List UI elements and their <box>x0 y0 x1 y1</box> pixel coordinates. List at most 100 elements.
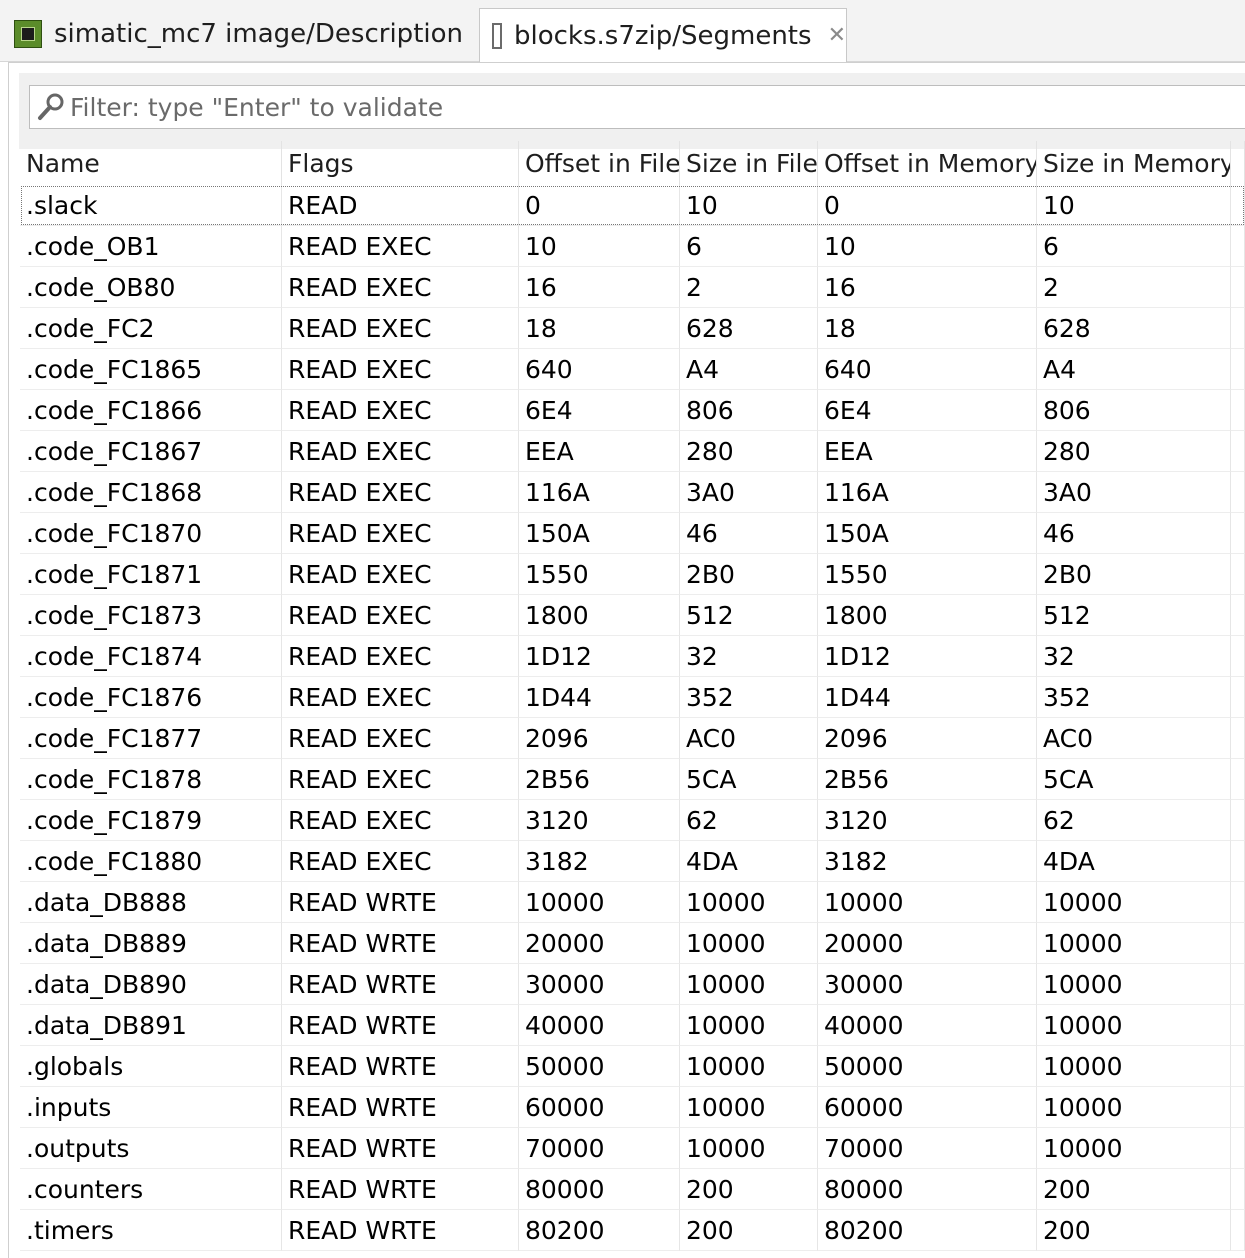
tab-segments[interactable]: blocks.s7zip/Segments ✕ <box>479 8 847 63</box>
cell-offset-in-file: 18 <box>519 308 680 349</box>
cell-size-in-memory: 5CA <box>1037 759 1231 800</box>
table-row[interactable]: .outputs READ WRTE 70000 10000 70000 10000 <box>20 1128 1245 1169</box>
cell-flags: READ WRTE <box>282 1128 519 1169</box>
cell-offset-in-memory: 3182 <box>818 841 1037 882</box>
cell-size-in-memory: 10000 <box>1037 1087 1231 1128</box>
table-row[interactable]: .code_FC1876 READ EXEC 1D44 352 1D44 352 <box>20 677 1245 718</box>
cell-size-in-memory: 4DA <box>1037 841 1231 882</box>
tab-label: simatic_mc7 image/Description <box>54 19 463 49</box>
table-row[interactable]: .data_DB890 READ WRTE 30000 10000 30000 10000 <box>20 964 1245 1005</box>
close-icon[interactable]: ✕ <box>828 25 846 47</box>
cell-offset-in-file: 0 <box>519 185 680 226</box>
cell-flags: READ WRTE <box>282 1046 519 1087</box>
cell-size-in-memory: 10000 <box>1037 1046 1231 1087</box>
cell-filler <box>1231 226 1245 267</box>
cell-size-in-file: 10 <box>680 185 818 226</box>
cell-filler <box>1231 677 1245 718</box>
table-row[interactable]: .code_FC1865 READ EXEC 640 A4 640 A4 <box>20 349 1245 390</box>
cell-offset-in-memory: 1D12 <box>818 636 1037 677</box>
cell-size-in-file: 628 <box>680 308 818 349</box>
cell-filler <box>1231 1128 1245 1169</box>
cell-size-in-file: 10000 <box>680 1046 818 1087</box>
segments-table: Name Flags Offset in File Size in File O… <box>20 141 1245 1251</box>
cell-filler <box>1231 1087 1245 1128</box>
table-row[interactable]: .code_FC1868 READ EXEC 116A 3A0 116A 3A0 <box>20 472 1245 513</box>
cell-filler <box>1231 1169 1245 1210</box>
table-row[interactable]: .inputs READ WRTE 60000 10000 60000 10000 <box>20 1087 1245 1128</box>
table-row[interactable]: .globals READ WRTE 50000 10000 50000 10000 <box>20 1046 1245 1087</box>
cell-offset-in-file: 1800 <box>519 595 680 636</box>
cell-name: .code_FC1873 <box>20 595 282 636</box>
cell-offset-in-file: 60000 <box>519 1087 680 1128</box>
table-row[interactable]: .data_DB888 READ WRTE 10000 10000 10000 10000 <box>20 882 1245 923</box>
table-row[interactable]: .data_DB889 READ WRTE 20000 10000 20000 10000 <box>20 923 1245 964</box>
cell-size-in-file: 62 <box>680 800 818 841</box>
cell-offset-in-file: 2B56 <box>519 759 680 800</box>
search-icon <box>38 93 64 120</box>
table-row[interactable]: .code_FC2 READ EXEC 18 628 18 628 <box>20 308 1245 349</box>
cell-size-in-file: 10000 <box>680 923 818 964</box>
cell-offset-in-memory: 16 <box>818 267 1037 308</box>
cell-filler <box>1231 595 1245 636</box>
cell-name: .data_DB888 <box>20 882 282 923</box>
cell-size-in-memory: 62 <box>1037 800 1231 841</box>
cell-size-in-memory: 2B0 <box>1037 554 1231 595</box>
cell-filler <box>1231 308 1245 349</box>
column-header-filler <box>1231 141 1245 185</box>
cell-flags: READ WRTE <box>282 1005 519 1046</box>
table-row[interactable]: .code_FC1879 READ EXEC 3120 62 3120 62 <box>20 800 1245 841</box>
cell-filler <box>1231 800 1245 841</box>
column-header-flags[interactable]: Flags <box>282 141 519 185</box>
column-header-size-in-memory[interactable]: Size in Memory <box>1037 141 1231 185</box>
cell-offset-in-memory: EEA <box>818 431 1037 472</box>
table-row[interactable]: .data_DB891 READ WRTE 40000 10000 40000 10000 <box>20 1005 1245 1046</box>
table-row[interactable]: .timers READ WRTE 80200 200 80200 200 <box>20 1210 1245 1251</box>
cell-offset-in-memory: 80000 <box>818 1169 1037 1210</box>
cell-name: .data_DB891 <box>20 1005 282 1046</box>
cell-offset-in-file: EEA <box>519 431 680 472</box>
cell-size-in-memory: 10000 <box>1037 964 1231 1005</box>
cell-flags: READ WRTE <box>282 1210 519 1251</box>
table-row[interactable]: .code_FC1866 READ EXEC 6E4 806 6E4 806 <box>20 390 1245 431</box>
cell-size-in-file: AC0 <box>680 718 818 759</box>
table-row[interactable]: .counters READ WRTE 80000 200 80000 200 <box>20 1169 1245 1210</box>
tab-description[interactable]: simatic_mc7 image/Description <box>0 6 479 62</box>
table-row[interactable]: .code_FC1867 READ EXEC EEA 280 EEA 280 <box>20 431 1245 472</box>
cell-size-in-file: 2 <box>680 267 818 308</box>
cell-size-in-file: 280 <box>680 431 818 472</box>
column-header-size-in-file[interactable]: Size in File <box>680 141 818 185</box>
cell-name: .outputs <box>20 1128 282 1169</box>
cell-offset-in-file: 80000 <box>519 1169 680 1210</box>
cell-offset-in-file: 640 <box>519 349 680 390</box>
table-row[interactable]: .code_FC1870 READ EXEC 150A 46 150A 46 <box>20 513 1245 554</box>
cell-flags: READ WRTE <box>282 1169 519 1210</box>
cell-offset-in-file: 20000 <box>519 923 680 964</box>
column-header-offset-in-file[interactable]: Offset in File <box>519 141 680 185</box>
table-row[interactable]: .code_OB80 READ EXEC 16 2 16 2 <box>20 267 1245 308</box>
table-row[interactable]: .code_FC1871 READ EXEC 1550 2B0 1550 2B0 <box>20 554 1245 595</box>
cell-filler <box>1231 1210 1245 1251</box>
table-row[interactable]: .code_FC1874 READ EXEC 1D12 32 1D12 32 <box>20 636 1245 677</box>
cell-size-in-memory: 352 <box>1037 677 1231 718</box>
cell-offset-in-file: 30000 <box>519 964 680 1005</box>
table-row[interactable]: .code_FC1877 READ EXEC 2096 AC0 2096 AC0 <box>20 718 1245 759</box>
cell-offset-in-file: 150A <box>519 513 680 554</box>
cell-name: .code_OB80 <box>20 267 282 308</box>
cell-flags: READ WRTE <box>282 964 519 1005</box>
cell-offset-in-memory: 40000 <box>818 1005 1037 1046</box>
table-row[interactable]: .slack READ 0 10 0 10 <box>20 185 1245 226</box>
cell-flags: READ EXEC <box>282 226 519 267</box>
cell-flags: READ EXEC <box>282 472 519 513</box>
column-header-offset-in-memory[interactable]: Offset in Memory <box>818 141 1037 185</box>
table-row[interactable]: .code_FC1873 READ EXEC 1800 512 1800 512 <box>20 595 1245 636</box>
table-row[interactable]: .code_FC1880 READ EXEC 3182 4DA 3182 4DA <box>20 841 1245 882</box>
cell-size-in-memory: 200 <box>1037 1210 1231 1251</box>
filter-input[interactable] <box>70 92 1170 122</box>
cell-name: .slack <box>20 185 282 226</box>
cell-size-in-memory: 10000 <box>1037 1005 1231 1046</box>
table-row[interactable]: .code_FC1878 READ EXEC 2B56 5CA 2B56 5CA <box>20 759 1245 800</box>
cell-name: .code_FC1876 <box>20 677 282 718</box>
column-header-name[interactable]: Name <box>20 141 282 185</box>
table-row[interactable]: .code_OB1 READ EXEC 10 6 10 6 <box>20 226 1245 267</box>
filter-bar <box>19 73 1245 149</box>
